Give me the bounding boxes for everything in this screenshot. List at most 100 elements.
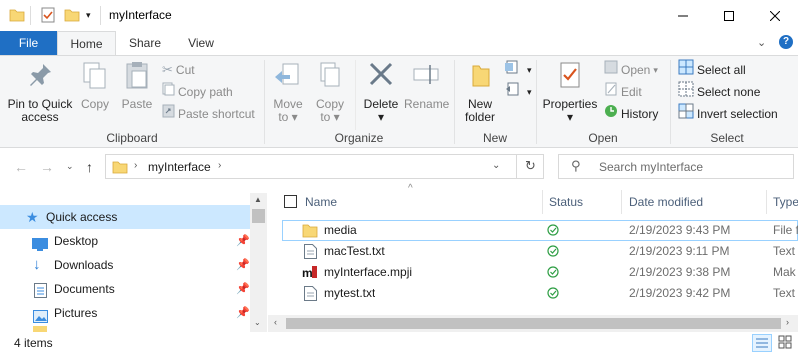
easy-access-icon [504, 81, 524, 103]
paste-shortcut-icon [162, 104, 175, 124]
scrollbar-thumb[interactable] [252, 209, 265, 223]
scroll-down-icon[interactable]: ⌄ [254, 318, 261, 327]
breadcrumb-segment[interactable]: myInterface [148, 160, 211, 174]
tab-file[interactable]: File [0, 31, 57, 55]
column-header-date-modified[interactable]: Date modified [629, 186, 703, 218]
scroll-up-icon[interactable]: ▲ [254, 195, 262, 204]
recent-locations-icon[interactable]: ⌄ [66, 161, 74, 172]
refresh-button[interactable]: ↻ [516, 154, 544, 179]
easy-access-button[interactable]: ▾ [504, 82, 532, 102]
scroll-left-icon[interactable]: ‹ [274, 317, 277, 327]
properties-icon [560, 62, 580, 88]
search-input[interactable]: ⚲ Search myInterface [558, 154, 794, 179]
breadcrumb-chevron-icon[interactable]: › [218, 160, 221, 171]
back-arrow-icon[interactable]: ← [14, 159, 28, 175]
pin-icon[interactable]: 📌 [236, 229, 250, 253]
select-none-button[interactable]: Select none [678, 81, 760, 103]
copy-path-icon [162, 82, 175, 102]
customize-quick-access-icon[interactable]: ▾ [86, 10, 91, 21]
search-placeholder: Search myInterface [599, 160, 704, 174]
move-to-button[interactable]: Move to ▾ [270, 60, 306, 124]
close-icon [770, 10, 780, 21]
scrollbar-thumb[interactable] [286, 318, 781, 329]
rename-button[interactable]: Rename [404, 60, 449, 111]
delete-icon [369, 62, 393, 86]
details-view-button[interactable] [752, 334, 772, 352]
open-group-label: Open [588, 131, 618, 145]
pin-icon[interactable]: 📌 [236, 277, 250, 301]
folder-icon [112, 159, 128, 178]
minimize-button[interactable] [660, 0, 706, 31]
scissors-icon: ✂ [162, 62, 173, 77]
nav-pane-scrollbar[interactable]: ▲ ⌄ [250, 193, 267, 332]
item-count: 4 items [14, 336, 53, 350]
tab-share[interactable]: Share [118, 31, 172, 55]
clipboard-group-label: Clipboard [106, 131, 158, 145]
navigation-pane: ★ Quick access Desktop 📌 ↓ Downloads 📌 D… [0, 193, 268, 332]
breadcrumb-chevron-icon[interactable]: › [134, 160, 137, 171]
copy-button[interactable]: Copy [78, 60, 112, 111]
up-arrow-icon[interactable]: ↑ [86, 159, 93, 175]
horizontal-scrollbar[interactable]: ‹ › [268, 315, 798, 332]
help-icon[interactable]: ? [779, 35, 793, 49]
select-group-label: Select [710, 131, 744, 145]
address-bar[interactable]: › myInterface › ⌄ [105, 154, 544, 179]
edit-button[interactable]: Edit [604, 82, 642, 102]
nav-item-documents[interactable]: Documents 📌 [0, 277, 250, 301]
close-button[interactable] [752, 0, 798, 31]
table-row[interactable]: macTest.txt 2/19/2023 9:11 PM Text [282, 241, 798, 262]
refresh-icon: ↻ [525, 158, 536, 173]
maximize-button[interactable] [706, 0, 752, 31]
tab-home[interactable]: Home [57, 31, 116, 55]
column-header-type[interactable]: Type [773, 186, 798, 218]
paste-shortcut-button[interactable]: Paste shortcut [162, 104, 255, 124]
select-none-icon [678, 81, 694, 103]
new-folder-button[interactable]: New folder [460, 60, 500, 124]
pin-icon[interactable]: 📌 [236, 253, 250, 277]
column-header-name[interactable]: Name [305, 186, 337, 218]
select-all-icon [678, 59, 694, 81]
large-icons-view-button[interactable] [776, 334, 796, 352]
chevron-down-icon[interactable]: ⌄ [757, 36, 766, 49]
pin-icon[interactable]: 📌 [236, 301, 250, 325]
properties-icon[interactable] [40, 7, 56, 26]
scroll-right-icon[interactable]: › [786, 317, 789, 327]
table-row[interactable]: mytest.txt 2/19/2023 9:42 PM Text [282, 283, 798, 304]
invert-selection-button[interactable]: Invert selection [678, 103, 778, 124]
copy-path-button[interactable]: Copy path [162, 82, 233, 102]
tab-view[interactable]: View [174, 31, 228, 55]
select-all-checkbox[interactable] [284, 195, 297, 208]
select-all-button[interactable]: Select all [678, 59, 746, 81]
history-icon [604, 104, 618, 124]
nav-item-downloads[interactable]: ↓ Downloads 📌 [0, 253, 250, 277]
svg-text:m: m [302, 266, 313, 280]
nav-item-pictures[interactable]: Pictures 📌 [0, 301, 250, 325]
delete-button[interactable]: Delete ▾ [362, 60, 400, 124]
copy-icon [83, 62, 106, 89]
paste-button[interactable]: Paste [118, 60, 156, 111]
copy-to-button[interactable]: Copy to ▾ [312, 60, 348, 124]
nav-item-quick-access[interactable]: ★ Quick access [0, 205, 250, 229]
status-bar: 4 items [0, 332, 798, 355]
nav-item-desktop[interactable]: Desktop 📌 [0, 229, 250, 253]
new-folder-icon[interactable] [64, 7, 80, 26]
properties-button[interactable]: Properties ▾ [542, 60, 598, 124]
address-dropdown-icon[interactable]: ⌄ [492, 160, 500, 171]
forward-arrow-icon[interactable]: → [40, 159, 54, 175]
organize-group-label: Organize [334, 131, 384, 145]
new-item-button[interactable]: ▾ [504, 60, 532, 80]
paste-icon [126, 62, 148, 89]
text-file-icon [304, 286, 317, 308]
pin-to-quick-access-button[interactable]: Pin to Quick access [4, 60, 76, 124]
history-button[interactable]: History [604, 104, 658, 124]
column-header-status[interactable]: Status [549, 186, 583, 218]
pin-icon [30, 64, 51, 86]
title-bar: ▾ myInterface [0, 0, 798, 31]
new-folder-icon [472, 65, 490, 87]
open-button[interactable]: Open ▾ [604, 60, 658, 80]
cut-button[interactable]: ✂ Cut [162, 60, 195, 80]
table-row[interactable]: media 2/19/2023 9:43 PM File f [282, 220, 798, 241]
table-row[interactable]: m myInterface.mpji 2/19/2023 9:38 PM Mak [282, 262, 798, 283]
new-group-label: New [482, 131, 507, 145]
sort-ascending-icon: ^ [408, 183, 413, 194]
